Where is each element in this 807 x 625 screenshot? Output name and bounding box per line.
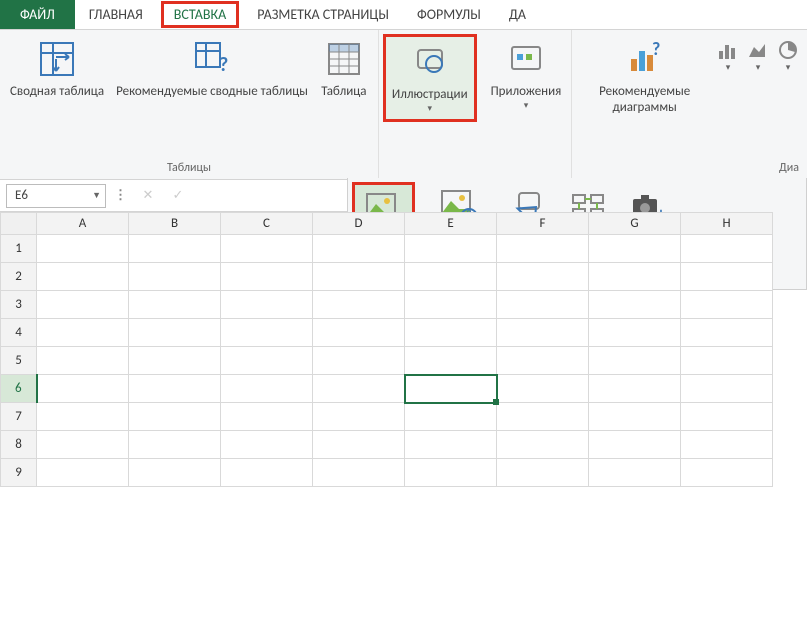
chart-type-3[interactable] [773, 34, 803, 77]
chart-type-1[interactable] [713, 34, 743, 77]
table-button[interactable]: Таблица [314, 34, 374, 104]
svg-text:?: ? [652, 41, 660, 60]
name-box[interactable]: E6 ▼ [6, 184, 106, 208]
col-header[interactable]: E [405, 213, 497, 235]
active-cell[interactable] [405, 375, 497, 403]
col-header[interactable]: G [589, 213, 681, 235]
row-header[interactable]: 8 [1, 431, 37, 459]
row-header[interactable]: 2 [1, 263, 37, 291]
recommended-charts-icon: ? [624, 38, 666, 80]
tab-data[interactable]: ДА [495, 0, 526, 29]
group-apps: Приложения [481, 30, 573, 179]
chevron-down-icon: ▼ [92, 190, 101, 201]
tab-insert[interactable]: ВСТАВКА [157, 0, 243, 29]
group-tables: Сводная таблица ? Рекомендуемые сводные … [0, 30, 379, 179]
row-header[interactable]: 5 [1, 347, 37, 375]
area-chart-icon [746, 38, 770, 62]
chart-type-2[interactable] [743, 34, 773, 77]
tab-page-layout[interactable]: РАЗМЕТКА СТРАНИЦЫ [243, 0, 403, 29]
col-header[interactable]: D [313, 213, 405, 235]
name-box-value: E6 [15, 188, 28, 203]
group-illustrations-btn: Иллюстрации [379, 30, 481, 179]
tab-home[interactable]: ГЛАВНАЯ [75, 0, 157, 29]
pivot-table-label: Сводная таблица [10, 84, 104, 100]
col-header[interactable]: H [681, 213, 773, 235]
recommended-pivot-button[interactable]: ? Рекомендуемые сводные таблицы [110, 34, 314, 104]
table-label: Таблица [321, 84, 366, 100]
col-header[interactable]: A [37, 213, 129, 235]
illustrations-icon [409, 41, 451, 83]
svg-text:?: ? [219, 53, 228, 77]
illustrations-dropdown[interactable]: Иллюстрации [383, 34, 477, 122]
bar-chart-icon [716, 38, 740, 62]
pie-chart-icon [776, 38, 800, 62]
row-header[interactable]: 1 [1, 235, 37, 263]
group-tables-label: Таблицы [167, 159, 211, 177]
row-header[interactable]: 3 [1, 291, 37, 319]
row-header[interactable]: 9 [1, 459, 37, 487]
col-header[interactable]: C [221, 213, 313, 235]
recommended-pivot-icon: ? [191, 38, 233, 80]
recommended-charts-label: Рекомендуемые диаграммы [582, 84, 707, 117]
illustrations-label: Иллюстрации [392, 87, 468, 103]
recommended-charts-button[interactable]: ? Рекомендуемые диаграммы [576, 34, 713, 121]
ribbon-tabs: ФАЙЛ ГЛАВНАЯ ВСТАВКА РАЗМЕТКА СТРАНИЦЫ Ф… [0, 0, 807, 30]
pivot-table-icon [36, 38, 78, 80]
group-charts: ? Рекомендуемые диаграммы Диа [572, 30, 807, 179]
group-charts-label: Диа [779, 159, 803, 177]
apps-dropdown[interactable]: Приложения [485, 34, 568, 116]
col-header[interactable]: F [497, 213, 589, 235]
row-header[interactable]: 6 [1, 375, 37, 403]
tab-formulas[interactable]: ФОРМУЛЫ [403, 0, 495, 29]
apps-icon [505, 38, 547, 80]
apps-label: Приложения [491, 84, 562, 100]
row-header[interactable]: 4 [1, 319, 37, 347]
pivot-table-button[interactable]: Сводная таблица [4, 34, 110, 104]
cancel-button: ✕ [135, 184, 161, 208]
select-all-corner[interactable] [1, 213, 37, 235]
row-header[interactable]: 7 [1, 403, 37, 431]
highlight-insert: ВСТАВКА [161, 1, 239, 28]
separator-icon: ⋮ [110, 188, 131, 203]
enter-button: ✓ [165, 184, 191, 208]
recommended-pivot-label: Рекомендуемые сводные таблицы [116, 84, 308, 100]
tab-file[interactable]: ФАЙЛ [0, 0, 75, 29]
ribbon: Сводная таблица ? Рекомендуемые сводные … [0, 30, 807, 180]
worksheet[interactable]: A B C D E F G H 1 2 3 4 5 6 7 8 9 [0, 212, 807, 487]
table-icon [323, 38, 365, 80]
cells-grid[interactable]: A B C D E F G H 1 2 3 4 5 6 7 8 9 [0, 212, 773, 487]
col-header[interactable]: B [129, 213, 221, 235]
